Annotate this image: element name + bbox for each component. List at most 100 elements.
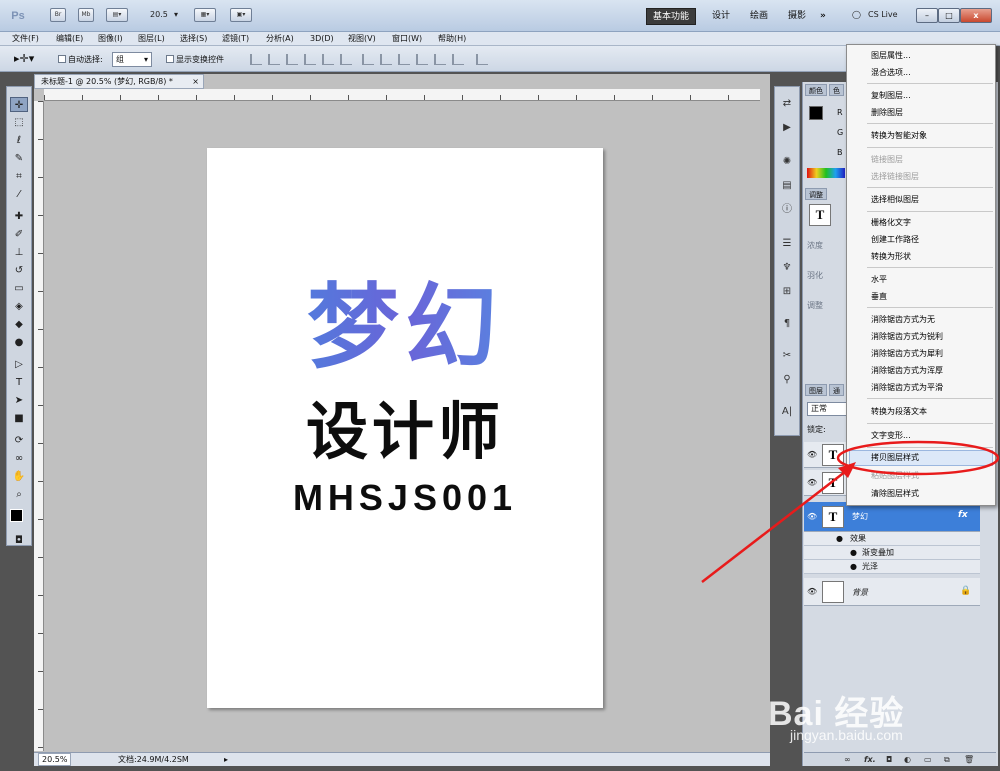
eye-icon[interactable]: ● [836,532,843,546]
vertical-ruler[interactable] [34,101,44,751]
ctx-link-layers[interactable]: 链接图层 [871,153,903,167]
close-icon[interactable]: × [192,75,199,88]
menu-layer[interactable]: 图层(L) [138,32,165,46]
zoom-level[interactable]: 20.5 [150,10,168,19]
blur-tool-icon[interactable]: ◆ [10,317,28,332]
3d-orbit-tool-icon[interactable]: ∞ [10,451,28,466]
ctx-duplicate-layer[interactable]: 复制图层... [871,89,911,103]
ctx-convert-paragraph[interactable]: 转换为段落文本 [871,405,927,419]
color-ramp[interactable] [807,168,845,178]
blend-mode-dropdown[interactable]: 正常 [807,402,847,416]
eye-icon[interactable]: 👁 [807,512,817,521]
ctx-antialias-strong[interactable]: 消除锯齿方式为浑厚 [871,364,943,378]
menu-image[interactable]: 图像(I) [98,32,123,46]
chevron-down-icon[interactable]: ▾ [174,10,178,19]
close-button[interactable]: x [960,8,992,23]
quick-mask-icon[interactable]: ◘ [10,533,28,548]
tab-channels[interactable]: 通 [829,384,844,396]
screen-mode-icon[interactable]: ▣▾ [230,8,252,22]
effect-row-gradient[interactable]: ● 渐变叠加 [804,546,980,560]
zoom-status[interactable]: 20.5% [38,753,72,766]
masks-panel-icon[interactable]: ⊞ [779,285,795,299]
tool-presets-panel-icon[interactable]: ✂ [779,349,795,363]
maximize-button[interactable]: □ [938,8,960,23]
actions-panel-icon[interactable]: ▶ [779,121,795,135]
dodge-tool-icon[interactable]: ● [10,335,28,350]
align-top-icon[interactable] [250,54,262,65]
ctx-select-linked[interactable]: 选择链接图层 [871,170,919,184]
pen-tool-icon[interactable]: ▷ [10,357,28,372]
distribute-vcenter-icon[interactable] [380,54,392,65]
adjustments-panel-icon[interactable]: ☰ [779,237,795,251]
paint-bucket-tool-icon[interactable]: ◈ [10,299,28,314]
type-tool-icon[interactable]: T [10,375,28,390]
workspace-photography[interactable]: 摄影 [782,8,812,25]
new-layer-icon[interactable]: ⧉ [944,753,950,767]
move-tool-icon[interactable]: ▸✛▾ [14,52,34,65]
quick-select-tool-icon[interactable]: ✎ [10,151,28,166]
stamp-tool-icon[interactable]: ⊥ [10,245,28,260]
distribute-hcenter-icon[interactable] [434,54,446,65]
align-bottom-icon[interactable] [286,54,298,65]
distribute-right-icon[interactable] [452,54,464,65]
distribute-bottom-icon[interactable] [398,54,410,65]
ctx-antialias-none[interactable]: 消除锯齿方式为无 [871,313,935,327]
ctx-delete-layer[interactable]: 删除图层 [871,106,903,120]
eye-icon[interactable]: 👁 [807,587,817,596]
menu-select[interactable]: 选择(S) [180,32,207,46]
auto-select-checkbox[interactable] [58,55,66,63]
crop-tool-icon[interactable]: ⌗ [10,169,28,184]
cslive-button[interactable]: CS Live [868,10,898,19]
mini-bridge-icon[interactable]: Mb [78,8,94,22]
menu-filter[interactable]: 滤镜(T) [222,32,249,46]
ctx-antialias-crisp[interactable]: 消除锯齿方式为犀利 [871,347,943,361]
eye-icon[interactable]: 👁 [807,450,817,459]
history-brush-tool-icon[interactable]: ↺ [10,263,28,278]
ctx-horizontal[interactable]: 水平 [871,273,887,287]
tab-adjustments[interactable]: 调整 [805,188,827,200]
move-tool-icon[interactable]: ✛ [10,97,28,112]
tab-layers[interactable]: 图层 [805,384,827,396]
swatches-panel-icon[interactable]: ▤ [779,179,795,193]
view-extras-icon[interactable]: ▤▾ [106,8,128,22]
eye-icon[interactable]: ● [850,560,857,574]
paragraph-panel-icon[interactable]: ¶ [779,317,795,331]
ctx-blending-options[interactable]: 混合选项... [871,66,911,80]
show-transform-checkbox[interactable] [166,55,174,63]
horizontal-ruler[interactable] [44,89,760,101]
character-panel-icon[interactable]: ⚲ [779,373,795,387]
menu-help[interactable]: 帮助(H) [438,32,466,46]
clone-source-panel-icon[interactable]: ♆ [779,261,795,275]
mask-icon[interactable]: ◘ [886,753,892,767]
eye-icon[interactable]: ● [850,546,857,560]
ctx-convert-smart-object[interactable]: 转换为智能对象 [871,129,927,143]
ctx-antialias-sharp[interactable]: 消除锯齿方式为锐利 [871,330,943,344]
effects-row[interactable]: ● 效果 [804,532,980,546]
cslive-icon[interactable]: ◯ [852,10,861,19]
brushes-panel-icon[interactable]: ✺ [779,155,795,169]
align-right-icon[interactable] [340,54,352,65]
fx-icon[interactable]: fx [958,510,968,520]
align-hcenter-icon[interactable] [322,54,334,65]
workspace-design[interactable]: 设计 [706,8,736,25]
distribute-top-icon[interactable] [362,54,374,65]
fx-icon[interactable]: fx. [864,753,876,767]
workspace-essentials[interactable]: 基本功能 [646,8,697,25]
adjustment-icon[interactable]: ◐ [904,753,911,767]
shape-tool-icon[interactable]: ■ [10,411,28,426]
eraser-tool-icon[interactable]: ▭ [10,281,28,296]
menu-edit[interactable]: 编辑(E) [56,32,83,46]
tab-color-2[interactable]: 色 [829,84,844,96]
lasso-tool-icon[interactable]: ℓ [10,133,28,148]
info-panel-icon[interactable]: ⓘ [779,203,795,217]
path-select-tool-icon[interactable]: ➤ [10,393,28,408]
ctx-select-similar[interactable]: 选择相似图层 [871,193,919,207]
menu-analysis[interactable]: 分析(A) [266,32,294,46]
history-panel-icon[interactable]: ⇄ [779,97,795,111]
arrange-documents-icon[interactable]: ▦▾ [194,8,216,22]
status-menu-arrow-icon[interactable]: ▸ [224,753,228,767]
layer-name[interactable]: 背景 [852,587,868,598]
minimize-button[interactable]: – [916,8,938,23]
document-tab[interactable]: 未标题-1 @ 20.5% (梦幻, RGB/8) * × [34,74,204,89]
canvas[interactable]: 梦幻 设计师 MHSJS001 [207,148,603,708]
